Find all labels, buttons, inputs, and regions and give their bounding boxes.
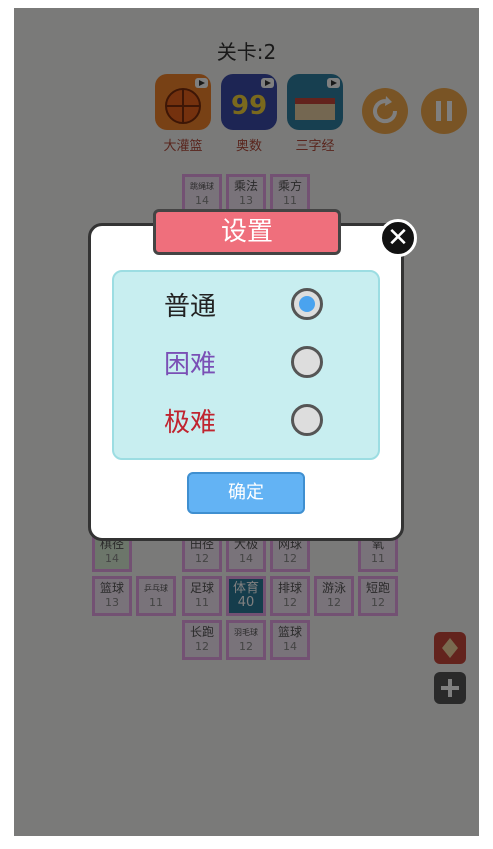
- difficulty-panel: [112, 270, 380, 460]
- option-hard-radio[interactable]: [291, 346, 323, 378]
- game-screen: 关卡:2 大灌篮 99 奥数 三字经 跳绳球14 乘法13 乘方11 棋径14 …: [14, 8, 479, 836]
- option-extreme-label[interactable]: 极难: [164, 402, 216, 439]
- confirm-button[interactable]: 确定: [187, 472, 305, 514]
- dialog-title: 设置: [153, 209, 341, 255]
- close-icon[interactable]: ✕: [379, 219, 417, 257]
- option-normal-radio[interactable]: [291, 288, 323, 320]
- option-normal-label[interactable]: 普通: [164, 286, 216, 323]
- option-extreme-radio[interactable]: [291, 404, 323, 436]
- option-hard-label[interactable]: 困难: [164, 344, 216, 381]
